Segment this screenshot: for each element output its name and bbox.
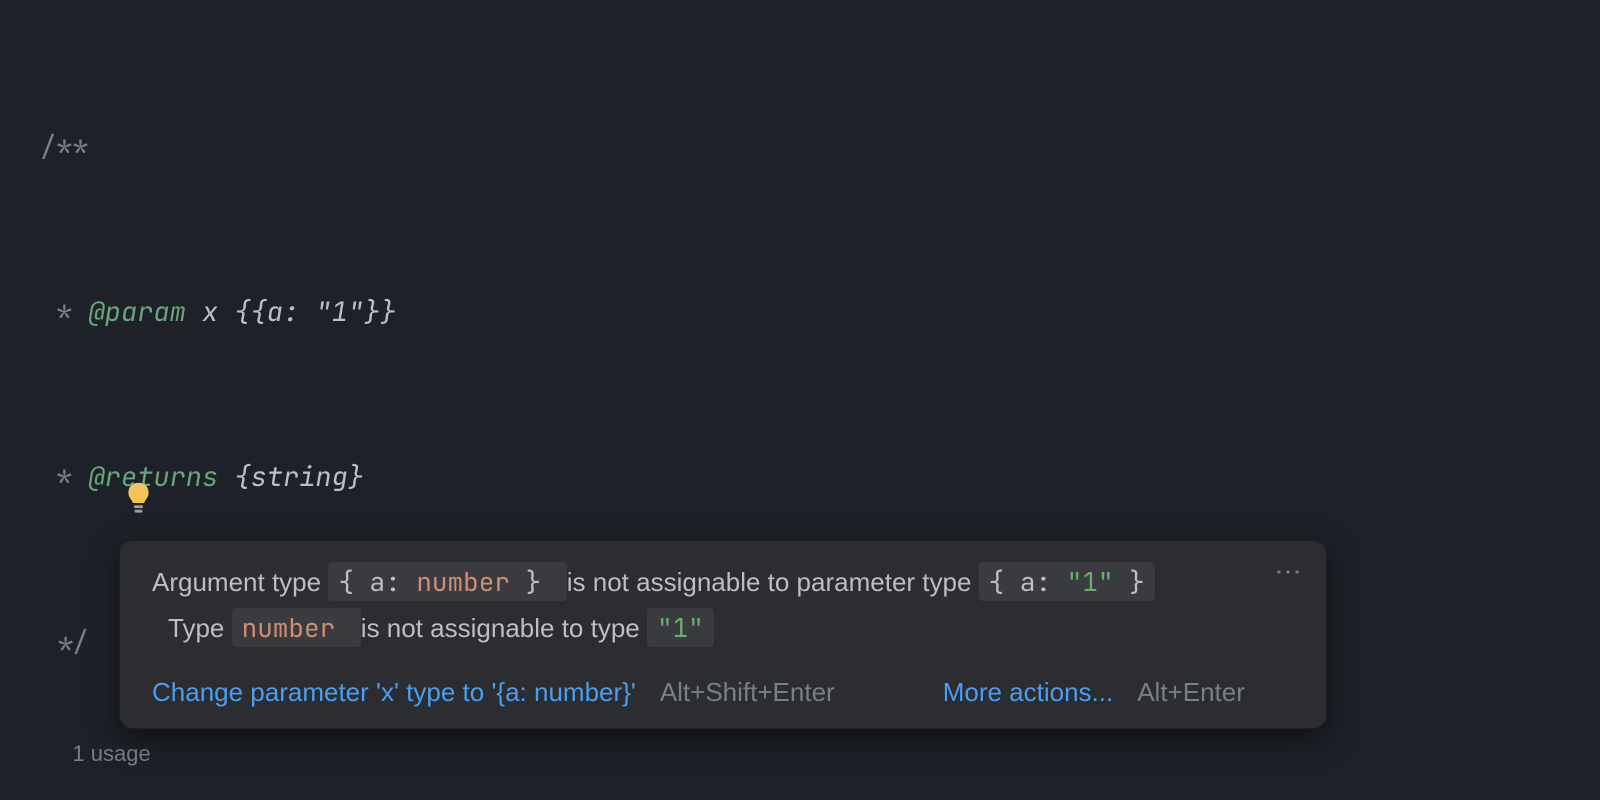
shortcut-label: Alt+Shift+Enter: [660, 677, 835, 708]
doc-returns-type: {string}: [218, 459, 364, 495]
shortcut-label: Alt+Enter: [1137, 677, 1245, 708]
tooltip-actions: Change parameter 'x' type to '{a: number…: [152, 677, 1294, 708]
tooltip-code: { a: "1" }: [979, 562, 1155, 601]
code-line: /**: [40, 120, 1600, 175]
tooltip-message-2: Type number is not assignable to type "1…: [152, 605, 1294, 651]
code-line: * @returns {string}: [40, 450, 1600, 505]
tooltip-message-1: Argument type { a: number } is not assig…: [152, 559, 1294, 605]
doc-close: */: [40, 624, 89, 660]
error-tooltip: ⋮ Argument type { a: number } is not ass…: [119, 540, 1327, 729]
doc-param-tag: @param: [89, 294, 186, 330]
doc-param-type: x {{a: "1"}}: [186, 294, 397, 330]
tooltip-code: "1": [647, 608, 714, 647]
tooltip-code: { a: number }: [328, 562, 566, 601]
doc-star: *: [40, 294, 89, 330]
code-line: * @param x {{a: "1"}}: [40, 285, 1600, 340]
usages-hint[interactable]: 1 usage: [72, 741, 150, 766]
tooltip-code: number: [232, 608, 361, 647]
quickfix-change-type[interactable]: Change parameter 'x' type to '{a: number…: [152, 677, 636, 708]
quickfix-more-actions[interactable]: More actions...: [943, 677, 1114, 708]
tooltip-menu-icon[interactable]: ⋮: [1273, 559, 1304, 587]
intention-bulb-icon[interactable]: [60, 425, 90, 465]
doc-open: /**: [40, 129, 89, 165]
